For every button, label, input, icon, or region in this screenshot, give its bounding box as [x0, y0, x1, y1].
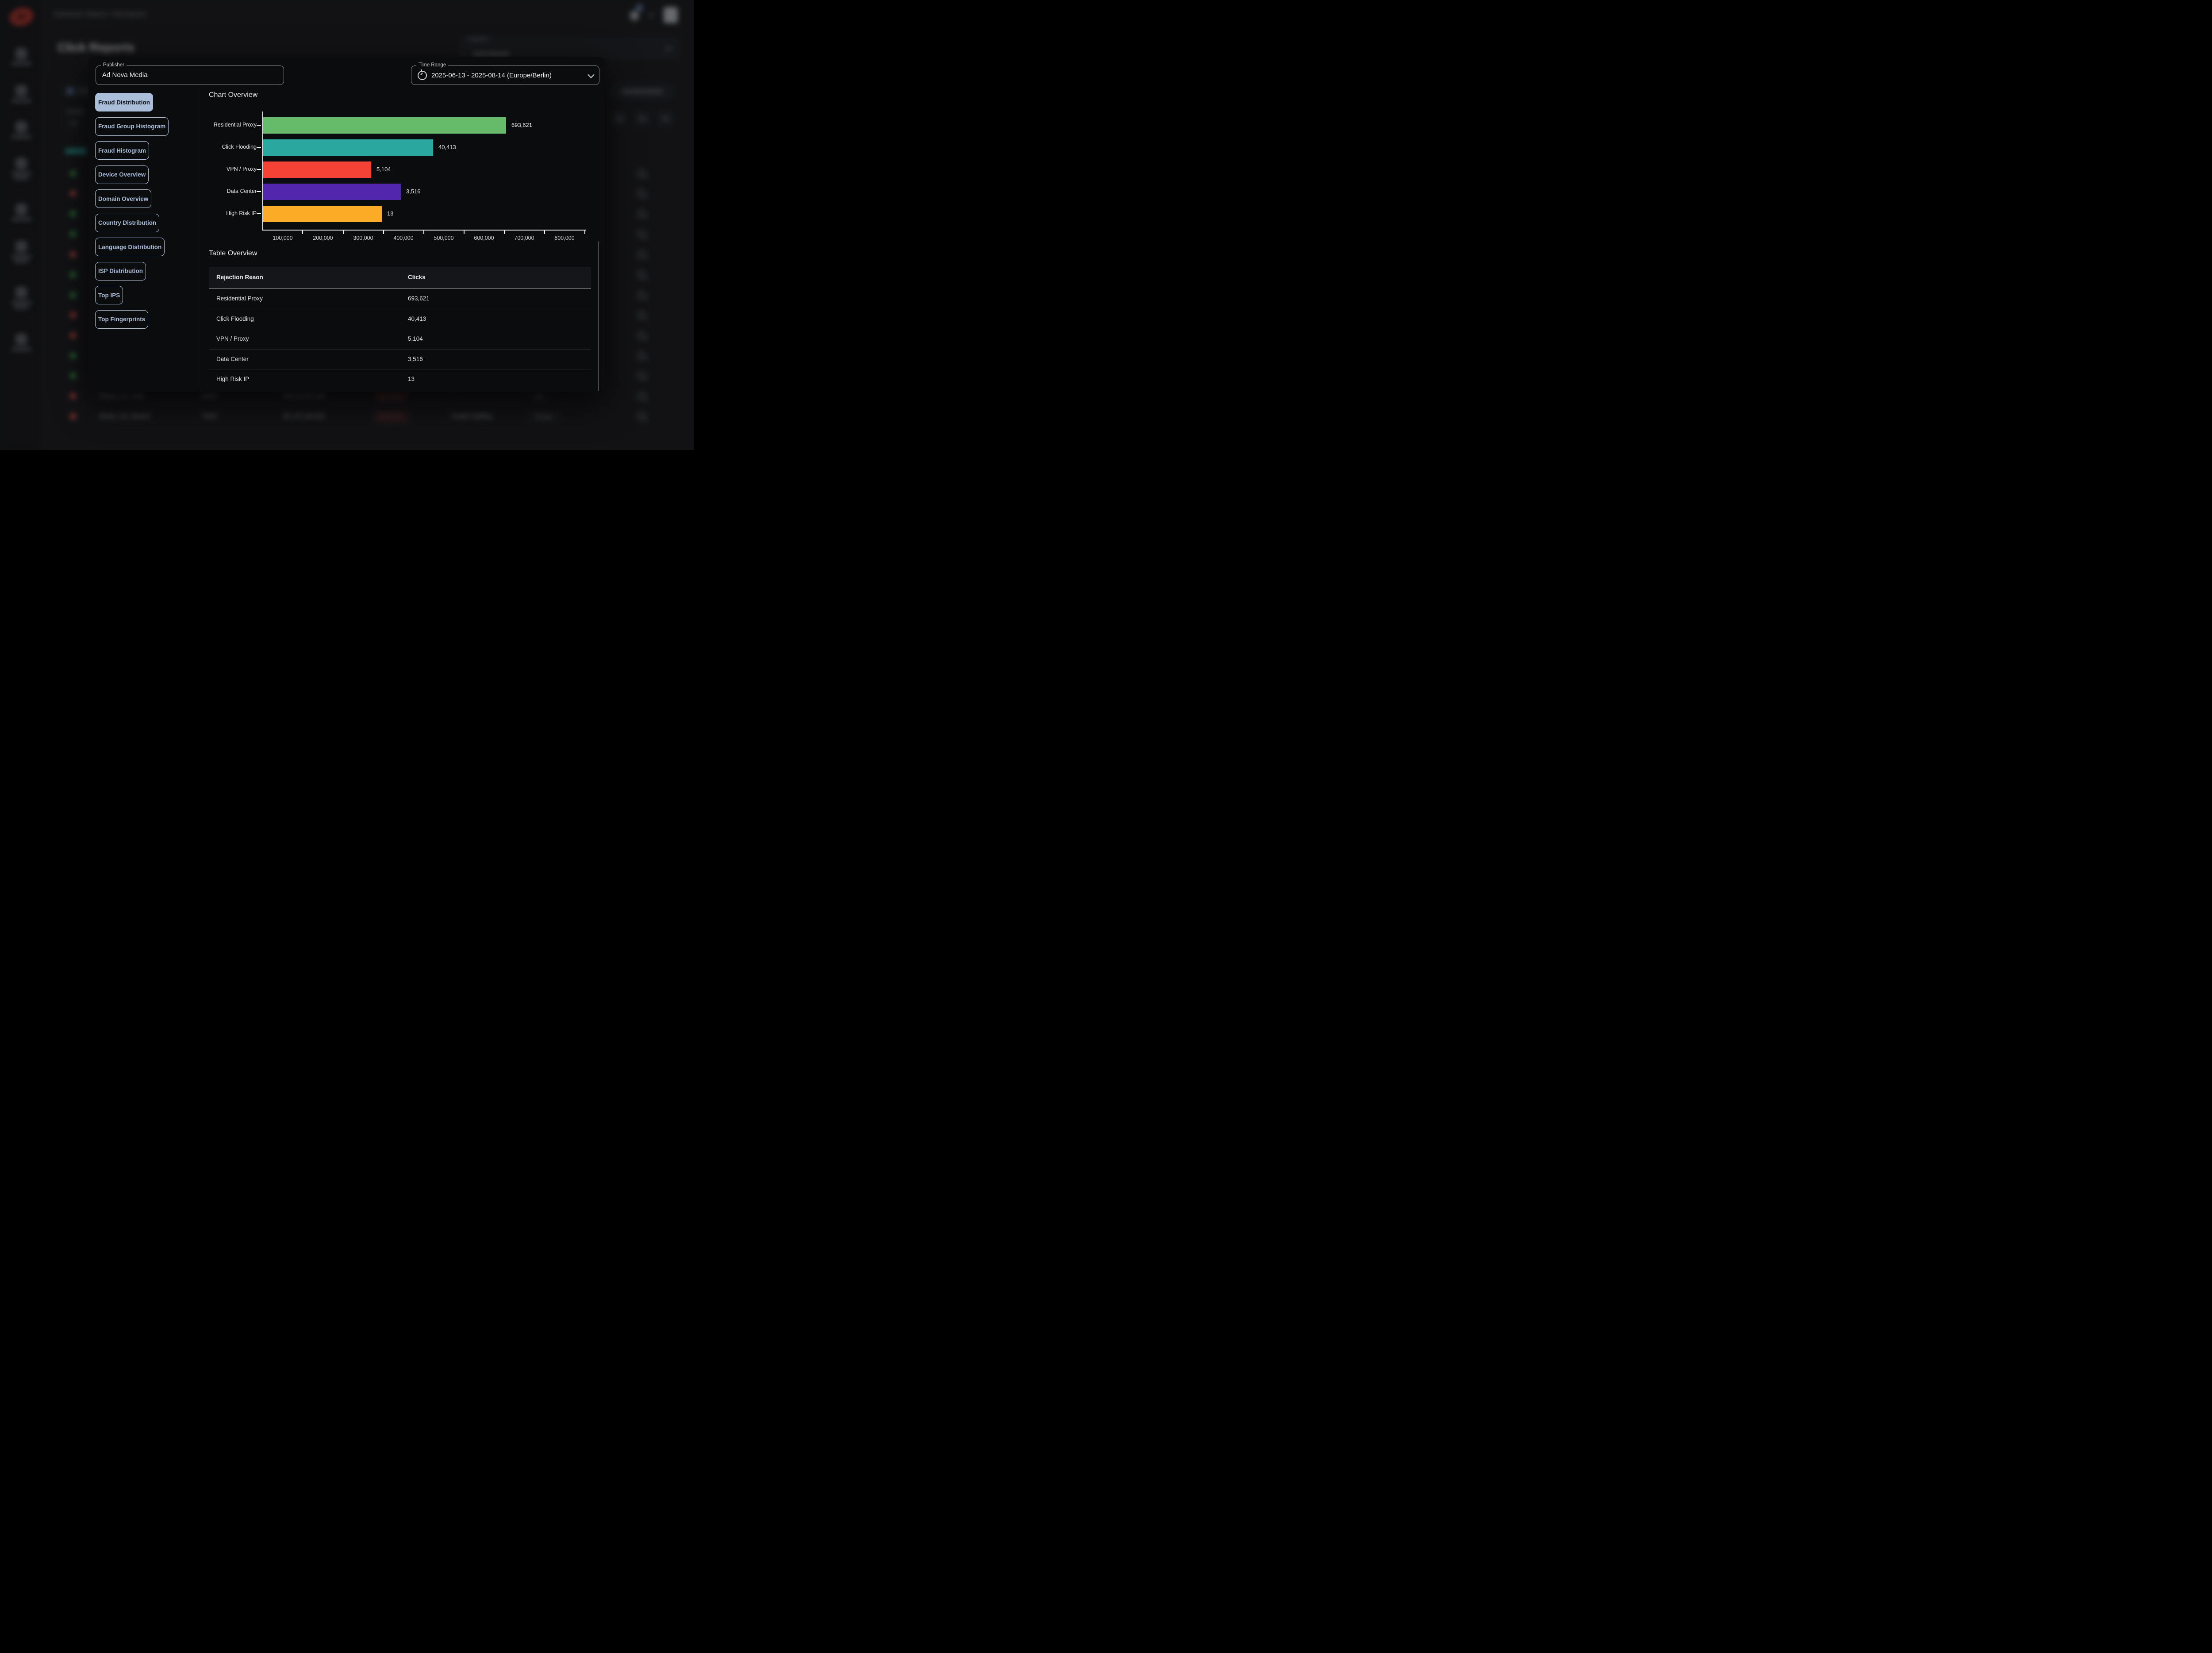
- x-axis-tick: [343, 231, 344, 234]
- report-button-country-distribution[interactable]: Country Distribution: [95, 214, 159, 232]
- cell-clicks: 13: [408, 369, 415, 389]
- report-button-isp-distribution[interactable]: ISP Distribution: [95, 262, 146, 281]
- chart-category-label: Click Flooding: [177, 144, 257, 150]
- publisher-field-label: Publisher: [101, 62, 127, 68]
- x-axis-tick-label: 300,000: [343, 235, 383, 241]
- x-axis-tick-label: 400,000: [384, 235, 423, 241]
- scrollbar[interactable]: [598, 241, 599, 391]
- chart-bar-4[interactable]: [263, 184, 401, 200]
- chart-bar-3[interactable]: [263, 161, 371, 178]
- x-axis-tick: [302, 231, 303, 234]
- time-range-field-label: Time Range: [416, 62, 448, 68]
- x-axis-tick: [544, 231, 545, 234]
- chart-bar-1[interactable]: [263, 117, 506, 134]
- column-header-clicks: Clicks: [408, 267, 426, 288]
- cell-rejection-reason: Click Flooding: [216, 309, 254, 329]
- cell-rejection-reason: High Risk IP: [216, 369, 249, 389]
- x-axis-tick-label: 100,000: [263, 235, 303, 241]
- table-row[interactable]: Data Center 3,516: [209, 350, 591, 370]
- chart-section-title: Chart Overview: [209, 91, 257, 99]
- chart-value-label: 3,516: [406, 188, 421, 195]
- cell-clicks: 5,104: [408, 329, 423, 349]
- chart-bar-5[interactable]: [263, 206, 382, 222]
- report-button-device-overview[interactable]: Device Overview: [95, 165, 149, 184]
- cell-rejection-reason: Residential Proxy: [216, 289, 263, 309]
- report-button-top-ips[interactable]: Top IPS: [95, 286, 123, 304]
- chart-category-tick: [257, 191, 261, 192]
- chart-value-label: 13: [387, 210, 393, 217]
- chart-category-tick: [257, 213, 261, 214]
- chart-value-label: 40,413: [438, 144, 456, 150]
- x-axis-tick-label: 800,000: [545, 235, 584, 241]
- screen: Dashboard / Reports / Click Reports ✕ Cl…: [0, 0, 694, 450]
- chart-category-tick: [257, 169, 261, 170]
- report-button-fraud-distribution[interactable]: Fraud Distribution: [95, 93, 153, 111]
- overview-table: Rejection Reaon Clicks Residential Proxy…: [209, 267, 591, 390]
- cell-clicks: 693,621: [408, 289, 430, 309]
- click-reports-dialog: Publisher Ad Nova Media Time Range 2025-…: [88, 57, 605, 392]
- x-axis-tick: [584, 231, 585, 234]
- x-axis-tick: [504, 231, 505, 234]
- table-row[interactable]: Click Flooding 40,413: [209, 309, 591, 330]
- table-section-title: Table Overview: [209, 250, 257, 258]
- chart-category-tick: [257, 147, 261, 148]
- table-header-row: Rejection Reaon Clicks: [209, 267, 591, 289]
- report-button-fraud-group-histogram[interactable]: Fraud Group Histogram: [95, 117, 169, 136]
- x-axis-tick-label: 700,000: [504, 235, 544, 241]
- x-axis-tick: [423, 231, 424, 234]
- x-axis-tick-label: 500,000: [424, 235, 464, 241]
- table-row[interactable]: High Risk IP 13: [209, 369, 591, 390]
- cell-rejection-reason: VPN / Proxy: [216, 329, 249, 349]
- report-button-top-fingerprints[interactable]: Top Fingerprints: [95, 310, 148, 329]
- publisher-field[interactable]: Publisher Ad Nova Media: [96, 65, 284, 85]
- publisher-field-value: Ad Nova Media: [96, 66, 284, 85]
- chart-category-tick: [257, 125, 261, 126]
- x-axis-tick: [383, 231, 384, 234]
- chart-category-label: VPN / Proxy: [177, 166, 257, 172]
- column-header-rejection-reason: Rejection Reaon: [216, 267, 263, 288]
- cell-clicks: 3,516: [408, 350, 423, 369]
- chart-bar-2[interactable]: [263, 139, 433, 156]
- x-axis-tick: [464, 231, 465, 234]
- stopwatch-icon: [418, 71, 427, 80]
- table-row[interactable]: Residential Proxy 693,621: [209, 289, 591, 309]
- chart-category-label: High Risk IP: [177, 210, 257, 216]
- time-range-field[interactable]: Time Range 2025-06-13 - 2025-08-14 (Euro…: [411, 65, 599, 85]
- chart-value-label: 693,621: [511, 122, 532, 128]
- x-axis-tick-label: 600,000: [464, 235, 504, 241]
- chart-category-label: Data Center: [177, 188, 257, 194]
- report-button-domain-overview[interactable]: Domain Overview: [95, 189, 151, 208]
- chevron-down-icon: [588, 71, 595, 78]
- fraud-distribution-chart: Residential Proxy693,621Click Flooding40…: [263, 114, 585, 230]
- chart-value-label: 5,104: [376, 166, 391, 173]
- report-button-fraud-histogram[interactable]: Fraud Histogram: [95, 141, 149, 160]
- cell-clicks: 40,413: [408, 309, 426, 329]
- time-range-value: 2025-06-13 - 2025-08-14 (Europe/Berlin): [431, 72, 552, 79]
- x-axis-tick-label: 200,000: [303, 235, 343, 241]
- cell-rejection-reason: Data Center: [216, 350, 249, 369]
- table-row[interactable]: VPN / Proxy 5,104: [209, 329, 591, 350]
- chart-category-label: Residential Proxy: [177, 122, 257, 128]
- report-button-language-distribution[interactable]: Language Distribution: [95, 238, 165, 256]
